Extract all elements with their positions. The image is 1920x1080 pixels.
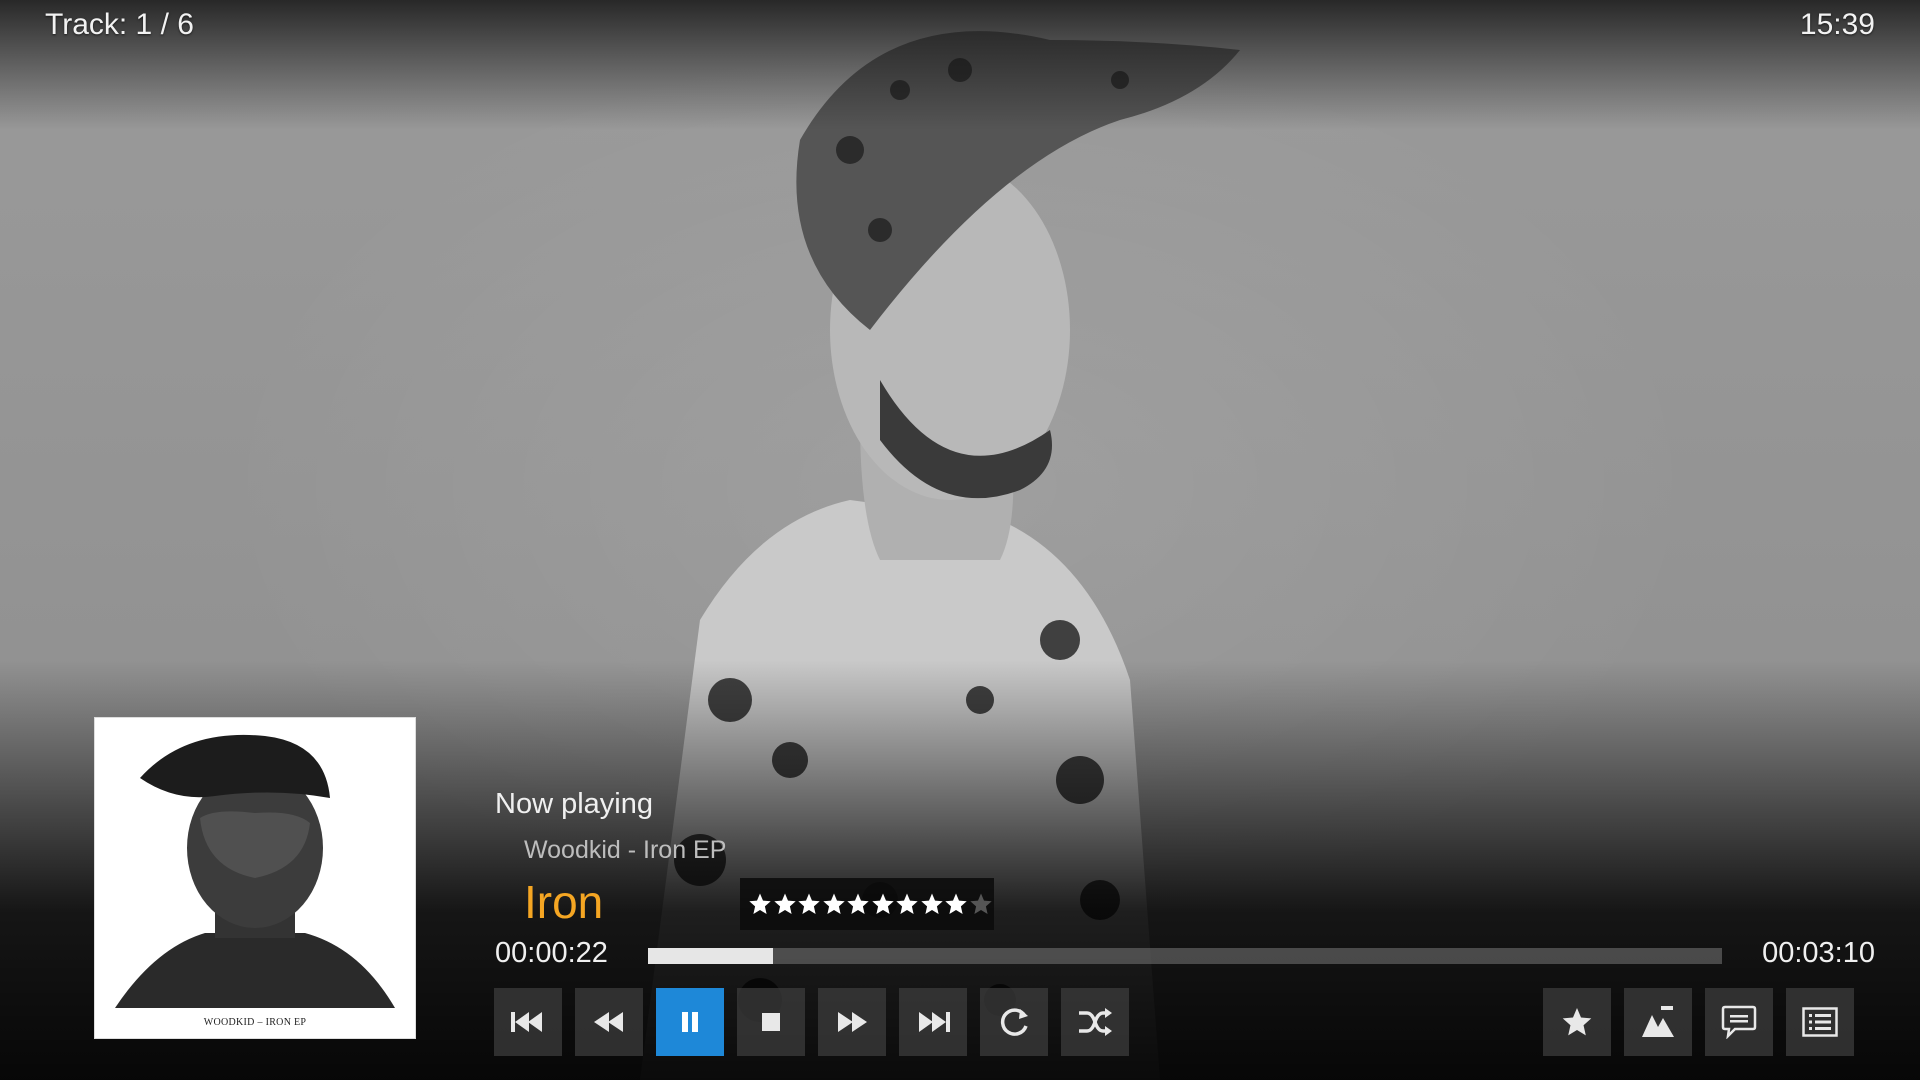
song-title: Iron [524, 876, 604, 928]
total-duration: 00:03:10 [1762, 937, 1875, 969]
artist-album: Woodkid - Iron EP [524, 836, 727, 864]
top-shade [0, 0, 1920, 130]
star-filled-icon [871, 892, 895, 916]
pause-icon [682, 1012, 698, 1032]
playback-controls [494, 988, 1129, 1056]
stop-icon [762, 1013, 780, 1031]
pause-button[interactable] [656, 988, 724, 1056]
star-filled-icon [920, 892, 944, 916]
previous-button[interactable] [494, 988, 562, 1056]
star-filled-icon [773, 892, 797, 916]
music-player-screen: Track: 1 / 6 15:39 WOODKID – IRON EP Now… [0, 0, 1920, 1080]
favourite-button[interactable] [1543, 988, 1611, 1056]
star-filled-icon [944, 892, 968, 916]
stop-button[interactable] [737, 988, 805, 1056]
elapsed-time: 00:00:22 [495, 937, 608, 969]
shuffle-button[interactable] [1061, 988, 1129, 1056]
star-filled-icon [822, 892, 846, 916]
star-filled-icon [797, 892, 821, 916]
progress-fill [648, 948, 773, 964]
lyrics-button[interactable] [1705, 988, 1773, 1056]
repeat-icon [1000, 1008, 1028, 1036]
previous-icon [511, 1012, 542, 1032]
next-icon [919, 1012, 950, 1032]
fast-forward-icon [838, 1012, 867, 1032]
next-button[interactable] [899, 988, 967, 1056]
extra-controls [1543, 988, 1854, 1056]
rewind-icon [594, 1012, 623, 1032]
rewind-button[interactable] [575, 988, 643, 1056]
lyrics-icon [1721, 1005, 1757, 1039]
star-filled-icon [748, 892, 772, 916]
album-caption: WOODKID – IRON EP [203, 1017, 307, 1028]
clock: 15:39 [1799, 8, 1875, 41]
shuffle-icon [1079, 1008, 1112, 1036]
now-playing-label: Now playing [495, 788, 653, 820]
repeat-button[interactable] [980, 988, 1048, 1056]
star-filled-icon [846, 892, 870, 916]
rating-stars [740, 878, 994, 930]
star-icon [1562, 1008, 1592, 1036]
fast-forward-button[interactable] [818, 988, 886, 1056]
visualization-icon [1642, 1006, 1674, 1037]
star-filled-icon [895, 892, 919, 916]
track-counter: Track: 1 / 6 [45, 8, 194, 41]
visualization-button[interactable] [1624, 988, 1692, 1056]
progress-bar[interactable] [648, 948, 1722, 964]
album-cover: WOODKID – IRON EP [94, 717, 416, 1039]
album-art [115, 734, 395, 1008]
star-empty-icon [969, 892, 993, 916]
playlist-icon [1802, 1007, 1838, 1037]
playlist-button[interactable] [1786, 988, 1854, 1056]
